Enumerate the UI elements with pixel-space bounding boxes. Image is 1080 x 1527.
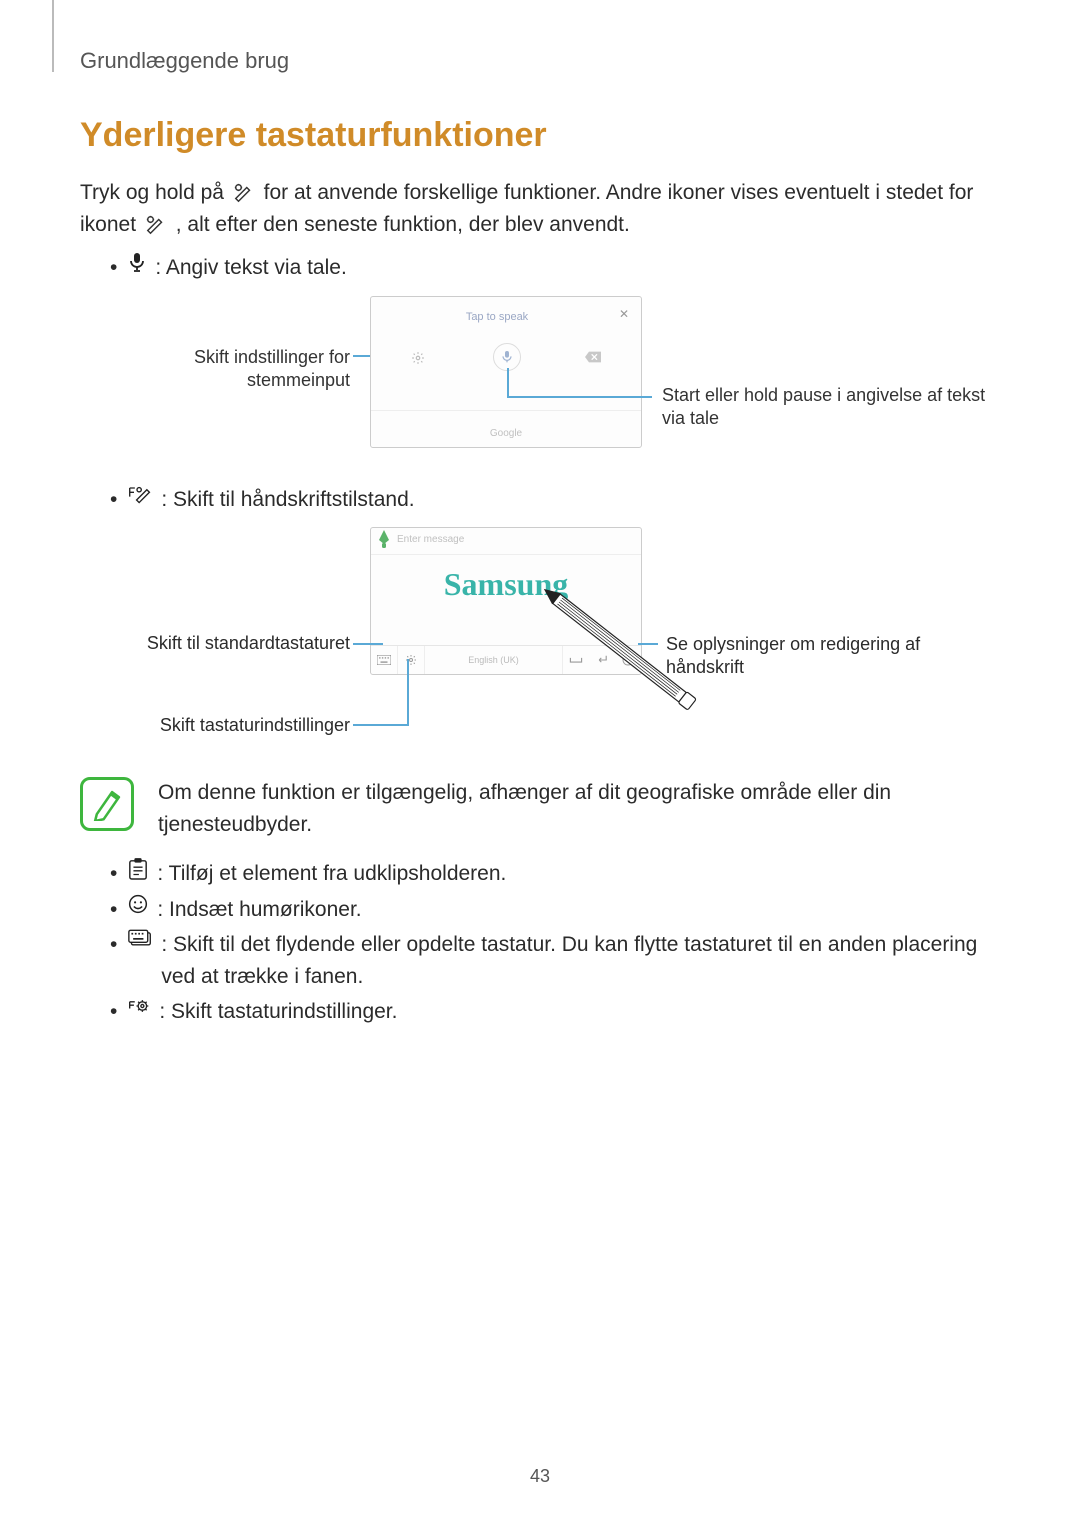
bullet-clipboard-text: : Tilføj et element fra udklipsholderen. [157, 858, 506, 890]
google-label: Google [371, 428, 641, 439]
bullet-handwriting-text: : Skift til håndskriftstilstand. [161, 484, 414, 516]
figure-handwriting-input: Enter message Samsung English (UK) ? [110, 519, 1030, 749]
bullet-dot: • [110, 484, 117, 516]
pen-icon [377, 530, 391, 548]
figure-voice-input: Skift indstillinger for stemmeinput Tap … [110, 296, 1030, 476]
voice-input-panel: Tap to speak ✕ Google [370, 296, 642, 448]
gear-icon [398, 646, 425, 674]
callout-line [507, 368, 509, 396]
intro-part1: Tryk og hold på [80, 181, 230, 204]
bullet-keyboard-settings: • : Skift tastaturindstillinger. [110, 996, 1000, 1028]
divider [371, 410, 641, 411]
language-label: English (UK) [425, 655, 562, 665]
callout-line [407, 659, 409, 726]
pen-with-gear-icon [233, 182, 255, 204]
clipboard-icon [128, 858, 148, 880]
intro-part3: , alt efter den seneste funktion, der bl… [176, 213, 630, 236]
smiley-icon [128, 894, 148, 914]
intro-paragraph: Tryk og hold på for at anvende forskelli… [80, 177, 1000, 240]
fig1-callout-left: Skift indstillinger for stemmeinput [110, 346, 350, 393]
fig1-callout-right: Start eller hold pause i angivelse af te… [662, 384, 1012, 431]
handwriting-toolbar: English (UK) ? [371, 645, 641, 674]
bullet-dot: • [110, 894, 117, 926]
callout-line [507, 396, 652, 398]
gear-icon [411, 351, 425, 365]
note-block: Om denne funktion er tilgængelig, afhæng… [80, 777, 1000, 840]
bullet-voice-text: : Angiv tekst via tale. [155, 252, 346, 284]
header-rule [52, 0, 54, 72]
handwriting-panel: Enter message Samsung English (UK) ? [370, 527, 642, 675]
section-title: Yderligere tastaturfunktioner [80, 116, 1000, 155]
fig2-callout-left2: Skift tastaturindstillinger [110, 715, 350, 736]
bullet-emoji: • : Indsæt humørikoner. [110, 894, 1000, 926]
page-number: 43 [0, 1466, 1080, 1487]
mic-button-icon [493, 343, 521, 371]
bullet-floating-keyboard-text: : Skift til det flydende eller opdelte t… [161, 929, 1000, 992]
callout-line [353, 643, 383, 645]
keyboard-gear-icon [128, 996, 150, 1016]
fig2-callout-right: Se oplysninger om redigering af håndskri… [666, 633, 996, 680]
input-bar: Enter message [371, 528, 641, 555]
space-icon [562, 646, 589, 674]
keyboard-icon [371, 646, 398, 674]
bullet-dot: • [110, 858, 117, 890]
bullet-keyboard-settings-text: : Skift tastaturindstillinger. [159, 996, 397, 1028]
note-text: Om denne funktion er tilgængelig, afhæng… [158, 777, 1000, 840]
bullet-dot: • [110, 996, 117, 1028]
running-head: Grundlæggende brug [80, 48, 1000, 74]
tap-to-speak-label: Tap to speak [371, 311, 623, 323]
close-icon: ✕ [619, 307, 629, 321]
bullet-dot: • [110, 929, 117, 961]
bullet-voice: • : Angiv tekst via tale. [110, 252, 1000, 284]
pen-with-gear-icon [145, 214, 167, 236]
handwriting-mode-icon [128, 484, 152, 504]
handwriting-sample: Samsung [371, 566, 641, 603]
bullet-handwriting: • : Skift til håndskriftstilstand. [110, 484, 1000, 516]
microphone-icon [128, 252, 146, 272]
delete-icon [585, 351, 601, 363]
bullet-dot: • [110, 252, 117, 284]
callout-line [353, 724, 409, 726]
note-icon [80, 777, 134, 831]
floating-keyboard-icon [128, 929, 152, 947]
bullet-clipboard: • : Tilføj et element fra udklipsholdere… [110, 858, 1000, 890]
bullet-floating-keyboard: • : Skift til det flydende eller opdelte… [110, 929, 1000, 992]
bullet-emoji-text: : Indsæt humørikoner. [157, 894, 361, 926]
fig2-callout-left1: Skift til standardtastaturet [110, 633, 350, 654]
callout-line [638, 643, 658, 645]
enter-message-hint: Enter message [397, 534, 464, 545]
